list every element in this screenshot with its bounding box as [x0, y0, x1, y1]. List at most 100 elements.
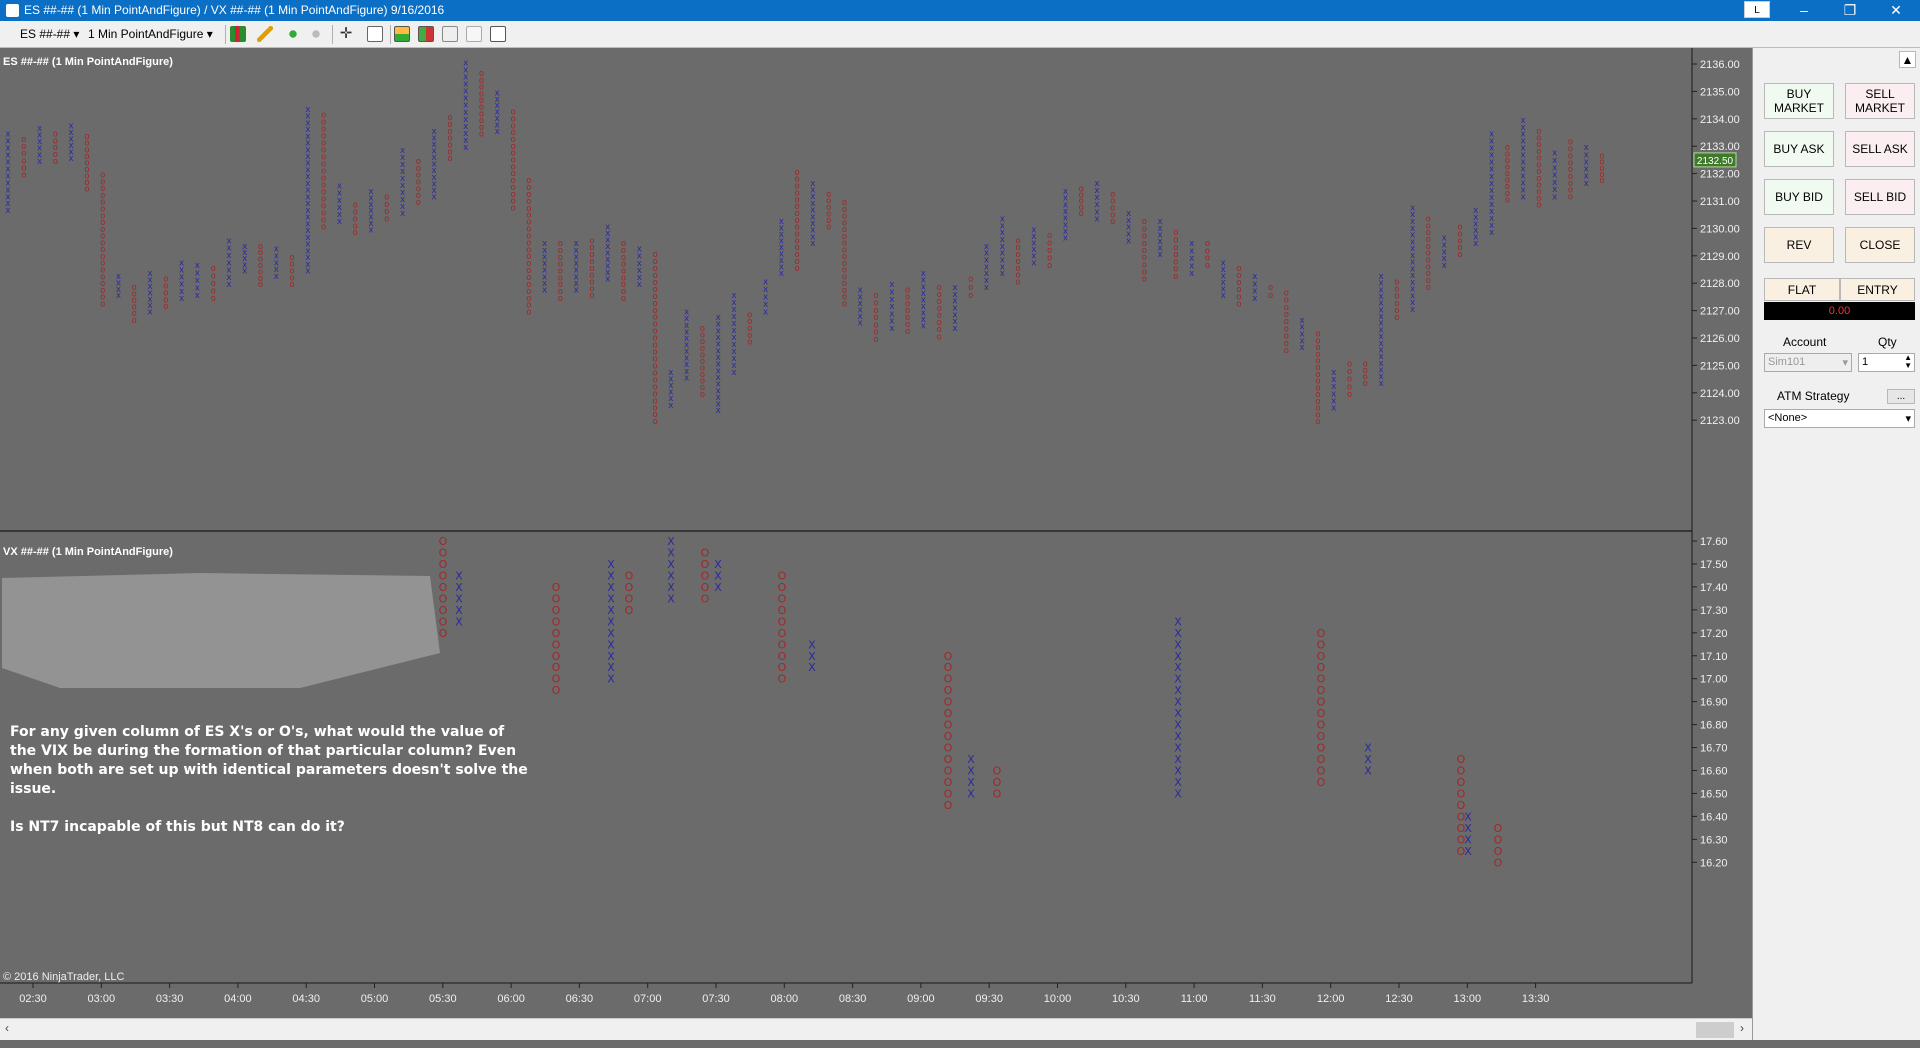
buy-market-button[interactable]: BUY MARKET: [1764, 83, 1834, 119]
snapshot-icon[interactable]: [466, 26, 482, 42]
es-column-x-mark: x: [889, 324, 895, 334]
es-column-o-mark: o: [510, 203, 515, 213]
link-button[interactable]: L: [1744, 1, 1770, 18]
chart-trader-icon[interactable]: [394, 26, 410, 42]
es-column-o-mark: o: [1505, 195, 1510, 205]
es-column-o-mark: o: [794, 264, 799, 274]
time-label: 10:00: [1044, 993, 1072, 1005]
horizontal-scrollbar[interactable]: ‹ ›: [0, 1018, 1752, 1040]
toolbar: ES ##-## ▾ 1 Min PointAndFigure ▾ ✛: [0, 21, 1920, 48]
sell-market-button[interactable]: SELL MARKET: [1845, 83, 1915, 119]
es-column-o-mark: o: [589, 291, 594, 301]
atm-options-button[interactable]: ...: [1887, 389, 1915, 404]
es-column-x-mark: x: [542, 286, 548, 296]
es-column-x-mark: x: [605, 275, 611, 285]
es-column-o-mark: o: [621, 294, 626, 304]
es-column-x-mark: x: [1473, 239, 1479, 249]
chart-canvas[interactable]: ES ##-## (1 Min PointAndFigure) VX ##-##…: [0, 48, 1752, 1018]
sell-ask-button[interactable]: SELL ASK: [1845, 131, 1915, 167]
vx-price-label: 17.00: [1700, 674, 1728, 686]
scroll-thumb[interactable]: [1696, 1022, 1734, 1038]
es-column-o-mark: o: [1268, 291, 1273, 301]
interval-selector[interactable]: 1 Min PointAndFigure ▾: [88, 27, 213, 41]
minimize-button[interactable]: –: [1781, 0, 1827, 21]
toolbar-separator: [225, 25, 226, 44]
pencil-icon[interactable]: [257, 26, 273, 42]
properties-icon[interactable]: [442, 26, 458, 42]
crosshair-icon[interactable]: ✛: [338, 26, 354, 42]
es-column-x-mark: x: [1410, 305, 1416, 315]
zoom-icon[interactable]: [367, 26, 383, 42]
window-linking-icon[interactable]: [490, 26, 506, 42]
chart-style-icon[interactable]: [230, 26, 246, 42]
es-column-o-mark: o: [210, 294, 215, 304]
scroll-left-icon[interactable]: ‹: [5, 1021, 9, 1035]
es-column-o-mark: o: [826, 223, 831, 233]
es-price-label: 2135.00: [1700, 86, 1740, 98]
atm-strategy-label: ATM Strategy: [1777, 389, 1850, 403]
es-column-x-mark: x: [984, 283, 990, 293]
es-column-o-mark: o: [1047, 261, 1052, 271]
es-price-label: 2123.00: [1700, 415, 1740, 427]
vx-column-x-mark: X: [967, 787, 975, 800]
data-box-icon[interactable]: [418, 26, 434, 42]
es-column-x-mark: x: [763, 308, 769, 318]
vx-price-label: 16.80: [1700, 720, 1728, 732]
es-column-o-mark: o: [352, 228, 357, 238]
flat-button[interactable]: FLAT: [1764, 278, 1840, 301]
es-column-o-mark: o: [1394, 313, 1399, 323]
vx-price-label: 17.10: [1700, 651, 1728, 663]
atm-strategy-select[interactable]: <None> ▾: [1764, 409, 1915, 428]
scroll-right-icon[interactable]: ›: [1740, 1021, 1744, 1035]
sell-bid-button[interactable]: SELL BID: [1845, 179, 1915, 215]
es-price-label: 2131.00: [1700, 196, 1740, 208]
qty-label: Qty: [1878, 335, 1897, 349]
buy-bid-button[interactable]: BUY BID: [1764, 179, 1834, 215]
es-column-o-mark: o: [163, 302, 168, 312]
close-position-button[interactable]: CLOSE: [1845, 227, 1915, 263]
es-column-o-mark: o: [968, 291, 973, 301]
es-column-x-mark: x: [1063, 234, 1069, 244]
es-column-o-mark: o: [1015, 277, 1020, 287]
es-column-o-mark: o: [1173, 272, 1178, 282]
qty-spinner-icon[interactable]: ▲ ▼: [1904, 354, 1912, 370]
es-column-o-mark: o: [842, 299, 847, 309]
time-label: 09:30: [975, 993, 1003, 1005]
es-column-x-mark: x: [305, 267, 311, 277]
es-column-x-mark: x: [684, 373, 690, 383]
entry-button[interactable]: ENTRY: [1840, 278, 1915, 301]
indicator-icon[interactable]: [285, 26, 301, 42]
es-price-label: 2132.00: [1700, 169, 1740, 181]
collapse-icon[interactable]: ▲: [1899, 51, 1916, 68]
es-column-x-mark: x: [37, 157, 43, 167]
restore-button[interactable]: ❐: [1827, 0, 1873, 21]
time-label: 07:30: [702, 993, 730, 1005]
es-price-label: 2129.00: [1700, 251, 1740, 263]
account-select[interactable]: Sim101 ▾: [1764, 353, 1852, 372]
time-label: 09:00: [907, 993, 935, 1005]
buy-ask-button[interactable]: BUY ASK: [1764, 131, 1834, 167]
es-column-o-mark: o: [936, 332, 941, 342]
reverse-button[interactable]: REV: [1764, 227, 1834, 263]
es-price-label: 2127.00: [1700, 306, 1740, 318]
es-column-x-mark: x: [195, 291, 201, 301]
es-column-x-mark: x: [1094, 214, 1100, 224]
vx-column-o-mark: O: [701, 592, 710, 605]
qty-input[interactable]: 1 ▲ ▼: [1858, 353, 1915, 372]
vx-column-o-mark: O: [625, 604, 634, 617]
close-window-button[interactable]: ✕: [1873, 0, 1919, 21]
instrument-selector[interactable]: ES ##-## ▾: [20, 27, 79, 41]
toolbar-separator: [332, 25, 333, 44]
es-column-x-mark: x: [337, 217, 343, 227]
account-label: Account: [1783, 335, 1827, 349]
chart-area[interactable]: ES ##-## (1 Min PointAndFigure) VX ##-##…: [0, 48, 1752, 1048]
vx-column-x-mark: X: [714, 581, 722, 594]
strategy-icon[interactable]: [308, 26, 324, 42]
es-column-x-mark: x: [147, 308, 153, 318]
time-label: 04:00: [224, 993, 252, 1005]
es-column-o-mark: o: [1347, 390, 1352, 400]
time-label: 06:30: [566, 993, 594, 1005]
vx-price-label: 17.40: [1700, 582, 1728, 594]
pnl-display: 0.00: [1764, 302, 1915, 320]
es-price-label: 2134.00: [1700, 114, 1740, 126]
